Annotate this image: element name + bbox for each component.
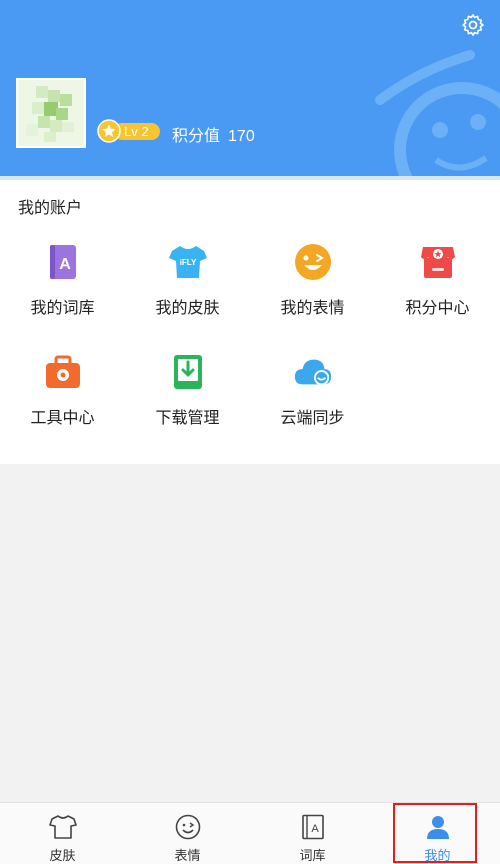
tshirt-outline-icon [48,815,77,839]
toolbox-icon [45,355,80,388]
points-display: 积分值 170 [172,122,255,146]
cloud-sync-icon [294,359,331,386]
grid-item-my-emoji[interactable]: 我的表情 [250,242,375,342]
download-icon [173,355,202,389]
grid-item-tool-center[interactable]: 工具中心 [0,352,125,452]
profile-header: Lv 2 积分值 170 [0,0,500,176]
grid-item-label: 工具中心 [30,410,95,427]
grid-item-label: 积分中心 [405,300,470,317]
dictionary-icon: A [49,245,76,279]
tab-skin[interactable]: 皮肤 [0,803,125,864]
avatar[interactable] [16,78,86,148]
tab-label: 词库 [299,848,326,863]
tshirt-icon: iFLY [168,246,207,278]
tab-dictionary[interactable]: A 词库 [250,803,375,864]
section-title: 我的账户 [18,200,83,217]
grid-item-my-skin[interactable]: iFLY 我的皮肤 [125,242,250,342]
gear-icon [462,14,484,36]
tab-label: 皮肤 [49,848,76,863]
points-label: 积分值 [172,128,221,145]
grid-item-label: 云端同步 [280,410,345,427]
shop-icon [420,247,455,278]
active-tab-highlight [393,803,477,863]
tab-emoji[interactable]: 表情 [125,803,250,864]
grid-item-label: 我的词库 [30,300,95,317]
account-section: 我的账户 A 我的词库 iFLY 我的皮肤 我的表情 积分中心 工具中心 下载管… [0,180,500,464]
svg-text:A: A [59,256,71,273]
svg-text:iFLY: iFLY [179,258,196,267]
svg-text:A: A [311,823,319,835]
grid-item-my-dictionary[interactable]: A 我的词库 [0,242,125,342]
avatar-image [18,80,84,146]
emoji-icon [294,244,331,280]
grid-item-download-manager[interactable]: 下载管理 [125,352,250,452]
book-outline-icon: A [301,814,324,840]
grid-item-label: 我的皮肤 [155,300,220,317]
star-medal-icon [97,119,121,143]
settings-button[interactable] [460,12,486,38]
tab-label: 表情 [174,848,201,863]
grid-item-cloud-sync[interactable]: 云端同步 [250,352,375,452]
grid-item-label: 我的表情 [280,300,345,317]
grid-item-points-center[interactable]: 积分中心 [375,242,500,342]
points-value: 170 [228,128,255,145]
smile-outline-icon [175,814,200,840]
grid-item-label: 下载管理 [155,410,220,427]
